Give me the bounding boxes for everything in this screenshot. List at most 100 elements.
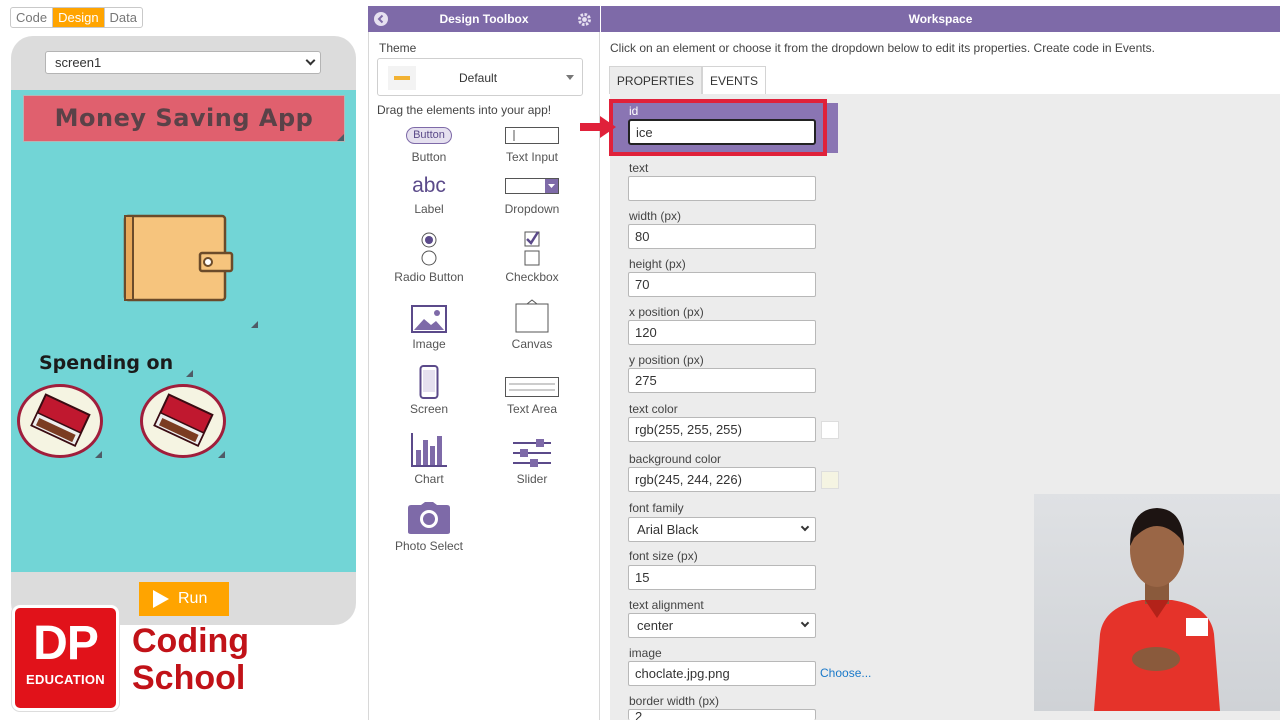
- height-input[interactable]: 70: [628, 272, 816, 297]
- run-button[interactable]: Run: [139, 582, 229, 616]
- x-position-input[interactable]: 120: [628, 320, 816, 345]
- resize-handle-icon[interactable]: [186, 370, 193, 377]
- tool-label: Slider: [516, 472, 548, 486]
- presenter-video: [1034, 494, 1280, 711]
- annotation-arrow-head-icon: [600, 116, 616, 138]
- tool-label: Label: [414, 202, 444, 216]
- tool-text-input[interactable]: Text Input: [480, 124, 584, 164]
- resize-handle-icon[interactable]: [218, 451, 225, 458]
- checkbox-icon: [524, 231, 540, 266]
- chocolate-image-button[interactable]: [17, 384, 103, 458]
- canvas-icon: [515, 299, 549, 333]
- workspace-header: Workspace: [601, 6, 1280, 32]
- gear-icon[interactable]: [577, 12, 592, 27]
- tool-label-element[interactable]: abc Label: [377, 174, 481, 216]
- label-abc-icon: abc: [412, 174, 446, 197]
- width-input[interactable]: 80: [628, 224, 816, 249]
- tool-label: Radio Button: [394, 270, 464, 284]
- screen-select-value: screen1: [55, 55, 102, 70]
- tool-label: Text Area: [506, 402, 558, 416]
- toolbox-title: Design Toolbox: [439, 12, 529, 26]
- text-input-icon: [505, 126, 559, 144]
- spending-label[interactable]: Spending on: [39, 352, 173, 374]
- tool-label: Image: [412, 337, 446, 351]
- image-icon: [411, 305, 447, 333]
- mode-design-button[interactable]: Design: [53, 8, 105, 27]
- text-label: text: [629, 161, 649, 175]
- button-preview-icon: Button: [406, 126, 452, 144]
- tool-text-area[interactable]: Text Area: [480, 375, 584, 416]
- id-input[interactable]: ice: [628, 119, 816, 145]
- tool-dropdown[interactable]: Dropdown: [480, 174, 584, 216]
- coding-school-text: Coding School: [132, 623, 249, 697]
- border-width-label: border width (px): [629, 694, 720, 708]
- font-size-input[interactable]: 15: [628, 565, 816, 590]
- tool-button[interactable]: Button Button: [377, 124, 481, 164]
- tool-canvas[interactable]: Canvas: [480, 298, 584, 351]
- chocolate-image-button[interactable]: [140, 384, 226, 458]
- text-area-icon: [505, 377, 559, 397]
- text-alignment-select[interactable]: center: [628, 613, 816, 638]
- text-alignment-label: text alignment: [629, 598, 704, 612]
- resize-handle-icon[interactable]: [95, 451, 102, 458]
- logo-dp-text: DP: [33, 617, 99, 670]
- tool-label: Chart: [414, 472, 444, 486]
- tab-properties[interactable]: PROPERTIES: [609, 66, 702, 94]
- mode-data-button[interactable]: Data: [105, 8, 142, 27]
- tool-label: Screen: [409, 402, 449, 416]
- resize-handle-icon[interactable]: [251, 321, 258, 328]
- play-icon: [153, 590, 169, 608]
- font-family-value: Arial Black: [637, 522, 699, 537]
- resize-handle-icon[interactable]: [337, 134, 344, 141]
- image-choose-link[interactable]: Choose...: [820, 666, 871, 680]
- tool-screen[interactable]: Screen: [377, 364, 481, 416]
- font-family-select[interactable]: Arial Black: [628, 517, 816, 542]
- border-width-input[interactable]: 2: [628, 709, 816, 720]
- font-size-label: font size (px): [629, 549, 698, 563]
- slider-icon: [513, 438, 551, 467]
- radio-button-icon: [421, 232, 437, 266]
- width-label: width (px): [629, 209, 682, 223]
- workspace-hint: Click on an element or choose it from th…: [610, 41, 1155, 55]
- wallet-image[interactable]: [122, 213, 237, 305]
- collapse-back-icon[interactable]: [374, 12, 388, 26]
- app-title-label[interactable]: Money Saving App: [23, 95, 345, 142]
- id-label: id: [629, 104, 639, 118]
- chevron-down-icon: [800, 522, 810, 532]
- background-color-swatch[interactable]: [821, 471, 839, 489]
- y-position-label: y position (px): [629, 353, 704, 367]
- chocolate-icon: [30, 393, 91, 447]
- tool-checkbox[interactable]: Checkbox: [480, 230, 584, 284]
- tool-photo-select[interactable]: Photo Select: [377, 500, 481, 553]
- chocolate-icon: [153, 393, 214, 447]
- app-screen[interactable]: [11, 90, 356, 572]
- mode-code-button[interactable]: Code: [11, 8, 54, 27]
- text-color-input[interactable]: rgb(255, 255, 255): [628, 417, 816, 442]
- font-family-label: font family: [629, 501, 684, 515]
- workspace-title: Workspace: [908, 12, 973, 26]
- x-position-label: x position (px): [629, 305, 704, 319]
- image-input[interactable]: choclate.jpg.png: [628, 661, 816, 686]
- tab-events[interactable]: EVENTS: [702, 66, 766, 94]
- text-input[interactable]: [628, 176, 816, 201]
- screen-select[interactable]: screen1: [45, 51, 321, 74]
- chevron-down-icon: [800, 618, 810, 628]
- tool-chart[interactable]: Chart: [377, 431, 481, 486]
- theme-preview-icon: [388, 66, 416, 90]
- theme-value: Default: [459, 71, 498, 85]
- text-color-label: text color: [629, 402, 678, 416]
- theme-select[interactable]: Default: [377, 58, 583, 96]
- coding-text: Coding: [132, 622, 250, 660]
- annotation-arrow-icon: [580, 123, 602, 131]
- y-position-input[interactable]: 275: [628, 368, 816, 393]
- text-color-swatch[interactable]: [821, 421, 839, 439]
- image-label: image: [629, 646, 662, 660]
- mode-toggle: Code Design Data: [10, 7, 144, 28]
- tool-radio-button[interactable]: Radio Button: [377, 230, 481, 284]
- background-color-input[interactable]: rgb(245, 244, 226): [628, 467, 816, 492]
- tool-image[interactable]: Image: [377, 304, 481, 351]
- tool-label: Canvas: [511, 337, 553, 351]
- logo-education-text: EDUCATION: [25, 672, 105, 687]
- tool-slider[interactable]: Slider: [480, 436, 584, 486]
- theme-label: Theme: [379, 41, 417, 55]
